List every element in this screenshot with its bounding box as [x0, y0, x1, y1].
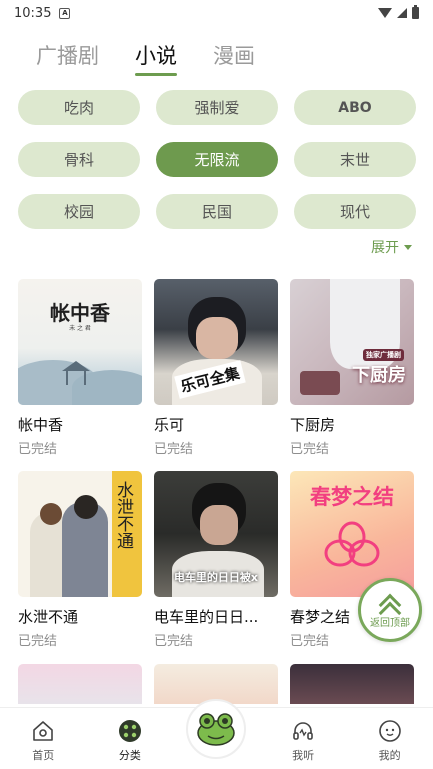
- cover-badge: 独家广播剧: [363, 349, 404, 361]
- book-status: 已完结: [290, 442, 330, 457]
- book-cover: 乐可全集: [154, 279, 278, 405]
- cover-art: [74, 495, 98, 519]
- notification-icon: A: [59, 7, 71, 19]
- nav-center[interactable]: [186, 699, 247, 763]
- cover-author: 未 之 君: [69, 325, 91, 332]
- cover-art: [66, 371, 86, 385]
- book-title: 下厨房: [290, 416, 336, 434]
- book-cover: 独家广播剧 下厨房: [290, 279, 414, 405]
- genre-tags: 吃肉 强制爱 ABO 骨科 无限流 末世 校园 民国 现代: [18, 90, 416, 229]
- status-time: 10:35: [14, 5, 52, 21]
- expand-tags-button[interactable]: 展开: [371, 237, 412, 257]
- tag-chip[interactable]: ABO: [294, 90, 416, 125]
- cover-art: [300, 371, 340, 395]
- book-cover-partial[interactable]: [154, 664, 278, 704]
- cover-title: 春梦之结: [310, 485, 394, 509]
- signal-icon: [397, 8, 407, 18]
- book-status: 已完结: [154, 634, 194, 649]
- nav-category[interactable]: 分类: [100, 719, 160, 763]
- tag-chip[interactable]: 吃肉: [18, 90, 140, 125]
- tab-novel[interactable]: 小说: [135, 40, 177, 76]
- cover-art: [40, 503, 62, 525]
- tab-comic[interactable]: 漫画: [213, 40, 255, 76]
- cover-art: [200, 505, 238, 545]
- book-status: 已完结: [154, 442, 194, 457]
- tag-chip[interactable]: 校园: [18, 194, 140, 229]
- book-title: 帐中香: [18, 416, 64, 434]
- book-card[interactable]: 乐可全集 乐可 已完结: [154, 279, 278, 457]
- status-bar: 10:35 A: [0, 0, 433, 26]
- cover-title: 下厨房: [352, 365, 406, 386]
- category-icon: [118, 720, 141, 742]
- tag-chip[interactable]: 骨科: [18, 142, 140, 177]
- cover-title: 帐中香: [50, 301, 110, 325]
- book-card[interactable]: 独家广播剧 下厨房 下厨房 已完结: [290, 279, 414, 457]
- book-card[interactable]: 电车里的日日被x 电车里的日日... 已完结: [154, 471, 278, 649]
- nav-label: 分类: [118, 749, 141, 762]
- frog-icon: [197, 713, 236, 746]
- tag-chip[interactable]: 末世: [294, 142, 416, 177]
- book-status: 已完结: [18, 634, 58, 649]
- book-cover-partial[interactable]: [290, 664, 414, 704]
- tag-chip-selected[interactable]: 无限流: [156, 142, 278, 177]
- book-title: 乐可: [154, 416, 185, 434]
- tab-radio-drama[interactable]: 广播剧: [36, 40, 99, 76]
- cover-art: [324, 521, 380, 567]
- cover-title: 电车里的日日被x: [173, 571, 259, 584]
- book-title: 水泄不通: [18, 608, 79, 626]
- home-icon: [33, 721, 54, 741]
- frog-button: [186, 699, 247, 759]
- tag-chip[interactable]: 现代: [294, 194, 416, 229]
- wifi-icon: [378, 8, 392, 18]
- double-chevron-up-icon: [375, 591, 405, 625]
- book-cover: 帐中香 未 之 君: [18, 279, 142, 405]
- nav-home[interactable]: 首页: [13, 719, 73, 763]
- book-card[interactable]: 帐中香 未 之 君 帐中香 已完结: [18, 279, 142, 457]
- book-status: 已完结: [18, 442, 58, 457]
- cover-title: 水泄不通: [113, 481, 133, 549]
- content-type-tabs: 广播剧 小说 漫画: [36, 40, 255, 76]
- nav-profile[interactable]: 我的: [360, 719, 420, 763]
- nav-listen[interactable]: 我听: [273, 719, 333, 763]
- nav-label: 我的: [378, 749, 401, 762]
- cover-art: [196, 317, 238, 359]
- book-title: 电车里的日日...: [154, 608, 259, 626]
- book-cover: 电车里的日日被x: [154, 471, 278, 597]
- book-cover-partial[interactable]: [18, 664, 142, 704]
- status-indicators: [378, 5, 419, 19]
- tag-chip[interactable]: 民国: [156, 194, 278, 229]
- caret-down-icon: [404, 244, 412, 250]
- tag-chip[interactable]: 强制爱: [156, 90, 278, 125]
- headphones-icon: [293, 722, 313, 740]
- back-to-top-button[interactable]: 返回顶部: [358, 578, 422, 642]
- nav-label: 我听: [292, 749, 315, 762]
- battery-icon: [412, 5, 419, 19]
- profile-icon: [378, 720, 401, 742]
- expand-label: 展开: [371, 240, 399, 256]
- book-card[interactable]: 水泄不通 水泄不通 已完结: [18, 471, 142, 649]
- book-cover: 水泄不通: [18, 471, 142, 597]
- bottom-navigation: 首页 分类 我听 我的: [0, 699, 433, 769]
- nav-label: 首页: [32, 749, 55, 762]
